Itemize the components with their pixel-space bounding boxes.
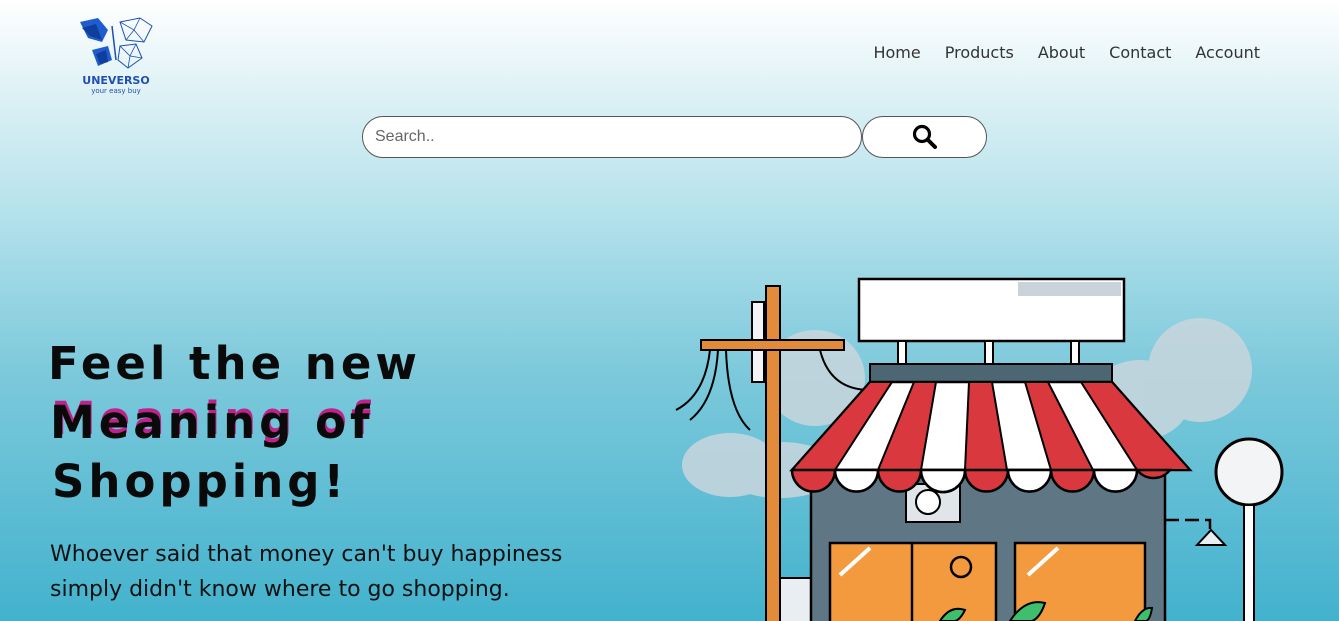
hero-subtitle: Whoever said that money can't buy happin… — [50, 537, 650, 607]
hero-subtitle-line-1: Whoever said that money can't buy happin… — [50, 542, 563, 567]
storefront-illustration — [675, 277, 1284, 621]
butterfly-logo-icon — [80, 17, 153, 69]
search-bar — [362, 116, 987, 158]
hero-title-line-3: Shopping! — [52, 455, 348, 508]
search-input[interactable] — [362, 116, 862, 158]
main-nav: Home Products About Contact Account — [849, 43, 1260, 63]
nav-products[interactable]: Products — [945, 43, 1014, 63]
brand-name: UNEVERSO — [82, 74, 150, 87]
brand-logo[interactable]: UNEVERSO your easy buy — [74, 16, 158, 98]
search-button[interactable] — [862, 116, 987, 158]
hero-subtitle-line-2: simply didn't know where to go shopping. — [50, 577, 510, 602]
search-icon — [912, 124, 937, 149]
nav-about[interactable]: About — [1038, 43, 1085, 63]
nav-home[interactable]: Home — [873, 43, 920, 63]
hero-title: Feel the new Meaning of Shopping! — [48, 334, 468, 511]
brand-tagline: your easy buy — [91, 87, 141, 95]
hero-title-line-1: Feel the new — [48, 337, 421, 390]
hero-title-line-2: Meaning of — [50, 396, 374, 449]
nav-account[interactable]: Account — [1195, 43, 1260, 63]
sign-board-icon — [857, 277, 1126, 366]
nav-contact[interactable]: Contact — [1109, 43, 1171, 63]
